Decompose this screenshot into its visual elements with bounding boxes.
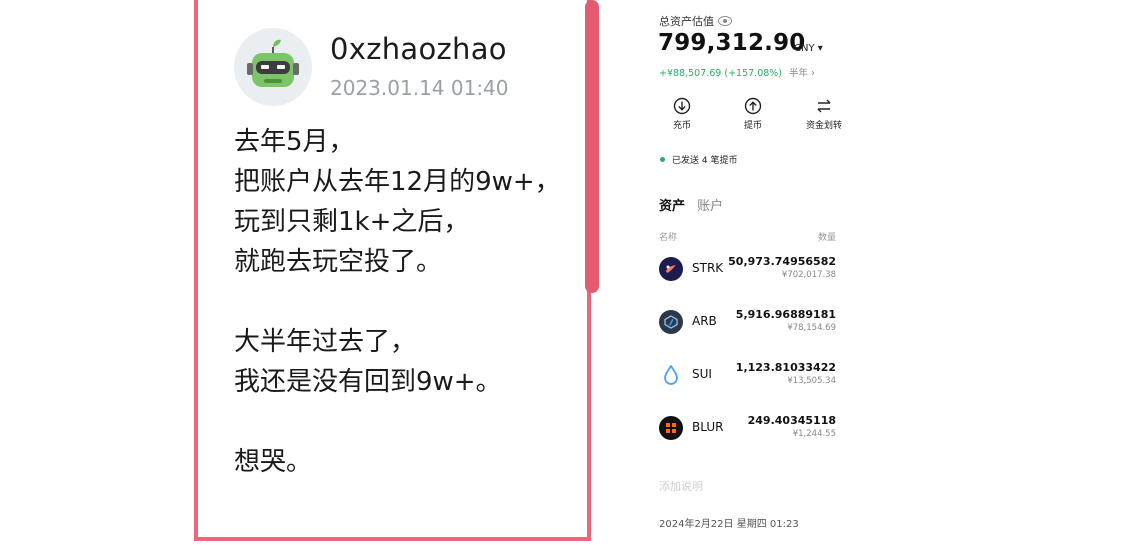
caret-down-icon: ▾ bbox=[817, 43, 823, 54]
currency-selector[interactable]: CNY ▾ bbox=[794, 43, 823, 54]
screenshot-date: 2024年2月22日 星期四 01:23 bbox=[659, 519, 799, 530]
arb-logo-icon bbox=[659, 310, 683, 334]
asset-value: ¥1,244.55 bbox=[792, 429, 836, 439]
asset-value: ¥702,017.38 bbox=[781, 270, 836, 280]
post-username[interactable]: 0xzhaozhao bbox=[330, 32, 507, 66]
transfer-label: 资金划转 bbox=[805, 121, 842, 131]
asset-row-arb[interactable]: ARB 5,916.96889181 ¥78,154.69 bbox=[648, 308, 852, 348]
asset-row-sui[interactable]: SUI 1,123.81033422 ¥13,505.34 bbox=[648, 361, 852, 401]
currency-label: CNY bbox=[794, 43, 815, 54]
total-assets-value: 799,312.90 bbox=[658, 30, 806, 56]
sui-logo-icon bbox=[659, 363, 683, 387]
asset-tabs: 资产 账户 bbox=[659, 195, 723, 214]
deposit-button[interactable]: 充币 bbox=[652, 96, 712, 131]
total-assets-label-text: 总资产估值 bbox=[659, 15, 714, 28]
post-card: 0xzhaozhao 2023.01.14 01:40 去年5月， 把账户从去年… bbox=[194, 0, 591, 541]
asset-quantity: 249.40345118 bbox=[747, 414, 836, 427]
asset-symbol: ARB bbox=[692, 314, 717, 328]
post-line: 大半年过去了， bbox=[234, 327, 417, 357]
post-line: 想哭。 bbox=[234, 447, 313, 477]
asset-value: ¥78,154.69 bbox=[787, 323, 836, 333]
post-line: 就跑去玩空投了。 bbox=[234, 247, 443, 277]
scrollbar-thumb[interactable] bbox=[585, 0, 599, 293]
eye-icon[interactable] bbox=[718, 16, 732, 26]
post-line: 去年5月， bbox=[234, 127, 355, 157]
post-paragraph-gap bbox=[234, 402, 594, 442]
withdraw-icon bbox=[723, 96, 783, 116]
action-bar: 充币 提币 资金划转 bbox=[648, 96, 852, 136]
total-assets-label: 总资产估值 bbox=[659, 13, 732, 29]
asset-row-strk[interactable]: STRK 50,973.74956582 ¥702,017.38 bbox=[648, 255, 852, 295]
withdrawal-notice-text: 已发送 4 笔提币 bbox=[672, 156, 738, 166]
post-line: 玩到只剩1k+之后， bbox=[234, 207, 470, 237]
withdraw-button[interactable]: 提币 bbox=[723, 96, 783, 131]
column-header-qty: 数量 bbox=[817, 233, 836, 243]
pnl-period: 半年 › bbox=[789, 68, 815, 79]
asset-symbol: STRK bbox=[692, 261, 724, 275]
deposit-icon bbox=[652, 96, 712, 116]
deposit-label: 充币 bbox=[672, 121, 691, 131]
post-line: 我还是没有回到9w+。 bbox=[234, 367, 502, 397]
post-timestamp: 2023.01.14 01:40 bbox=[330, 76, 509, 100]
asset-symbol: SUI bbox=[692, 367, 712, 381]
pnl-change[interactable]: +¥88,507.69 (+157.08%) 半年 › bbox=[659, 65, 815, 79]
post-line: 把账户从去年12月的9w+， bbox=[234, 167, 561, 197]
asset-value: ¥13,505.34 bbox=[787, 376, 836, 386]
post-body: 去年5月， 把账户从去年12月的9w+， 玩到只剩1k+之后， 就跑去玩空投了。… bbox=[234, 122, 594, 482]
transfer-icon bbox=[794, 96, 854, 116]
tab-assets[interactable]: 资产 bbox=[659, 199, 685, 214]
wallet-panel: 总资产估值 799,312.90 CNY ▾ +¥88,507.69 (+157… bbox=[648, 0, 852, 545]
withdraw-label: 提币 bbox=[743, 121, 762, 131]
robot-avatar-icon[interactable] bbox=[234, 28, 312, 106]
strk-logo-icon bbox=[659, 257, 683, 281]
withdrawal-notice[interactable]: 已发送 4 笔提币 bbox=[660, 153, 737, 166]
tab-account[interactable]: 账户 bbox=[697, 199, 723, 214]
pnl-value: +¥88,507.69 (+157.08%) bbox=[659, 68, 783, 79]
asset-row-blur[interactable]: BLUR 249.40345118 ¥1,244.55 bbox=[648, 414, 852, 454]
blur-logo-icon bbox=[659, 416, 683, 440]
column-header-name: 名称 bbox=[659, 233, 678, 243]
asset-quantity: 1,123.81033422 bbox=[735, 361, 836, 374]
asset-quantity: 5,916.96889181 bbox=[735, 308, 836, 321]
memo-input[interactable]: 添加说明 bbox=[659, 478, 703, 494]
post-paragraph-gap bbox=[234, 282, 594, 322]
asset-quantity: 50,973.74956582 bbox=[728, 255, 836, 268]
transfer-button[interactable]: 资金划转 bbox=[794, 96, 854, 131]
status-dot-icon bbox=[660, 157, 665, 162]
asset-symbol: BLUR bbox=[692, 420, 724, 434]
